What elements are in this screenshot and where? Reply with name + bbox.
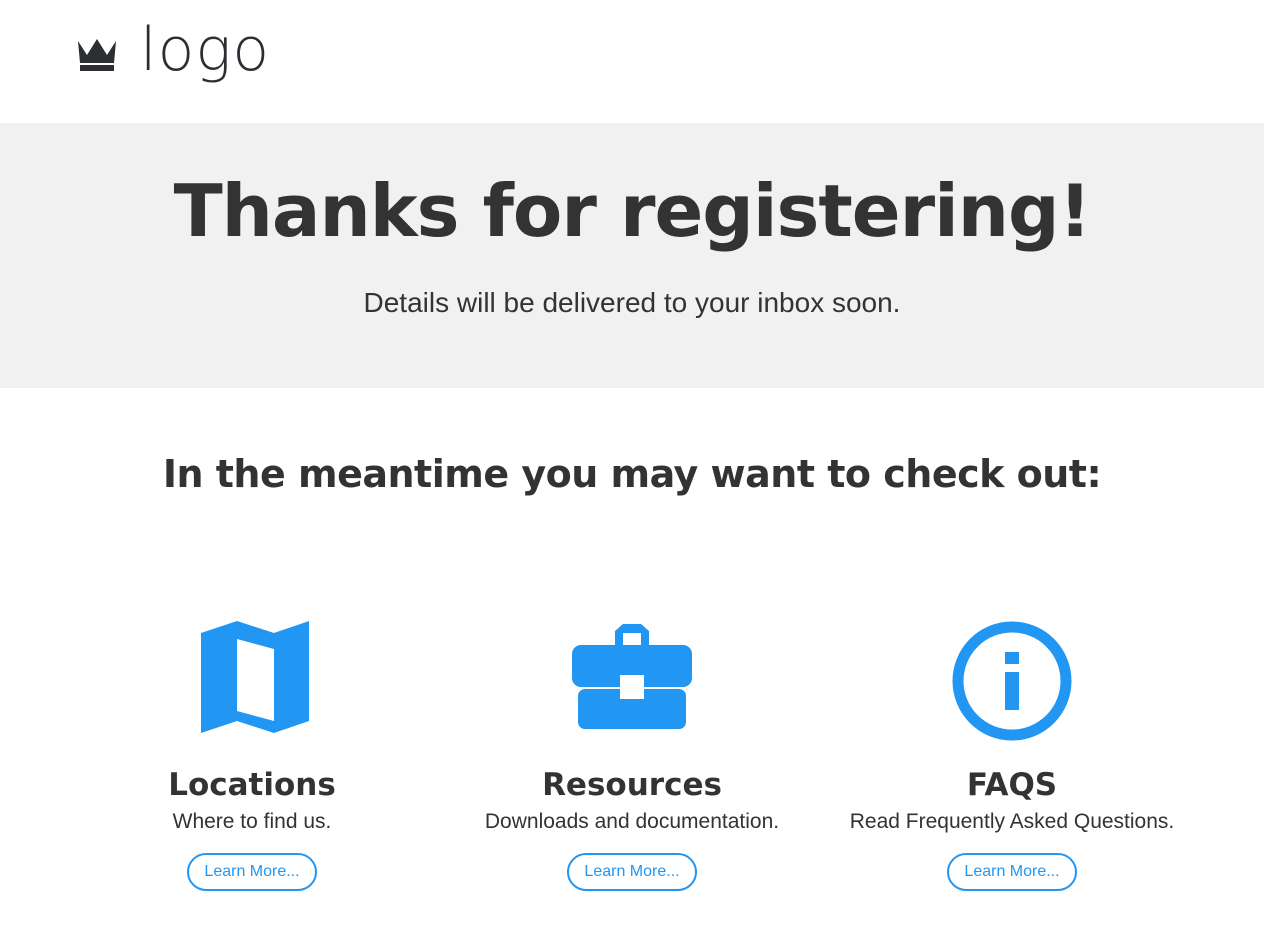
hero-title: Thanks for registering! xyxy=(173,169,1092,253)
info-circle-icon xyxy=(952,621,1072,741)
learn-more-button-locations[interactable]: Learn More... xyxy=(187,853,317,891)
logo-text: logo xyxy=(140,15,271,85)
learn-more-button-faqs[interactable]: Learn More... xyxy=(947,853,1077,891)
card-title: FAQS xyxy=(966,767,1058,803)
logo-link[interactable]: logo xyxy=(76,20,270,80)
learn-more-button-resources[interactable]: Learn More... xyxy=(567,853,697,891)
section-heading: In the meantime you may want to check ou… xyxy=(162,452,1102,496)
hero-banner: Thanks for registering! Details will be … xyxy=(0,123,1264,388)
hero-subtitle: Details will be delivered to your inbox … xyxy=(363,287,901,318)
briefcase-icon xyxy=(572,624,692,729)
site-header: logo xyxy=(0,0,1264,123)
card-description: Downloads and documentation. xyxy=(484,810,780,833)
card-resources: Resources Downloads and documentation. L… xyxy=(442,621,822,891)
card-description: Where to find us. xyxy=(172,810,332,833)
map-icon xyxy=(201,621,309,733)
crown-icon xyxy=(78,39,116,71)
card-title: Locations xyxy=(168,767,336,803)
card-locations: Locations Where to find us. Learn More..… xyxy=(62,621,442,891)
card-title: Resources xyxy=(542,767,722,803)
card-description: Read Frequently Asked Questions. xyxy=(849,810,1175,833)
card-faqs: FAQS Read Frequently Asked Questions. Le… xyxy=(822,621,1202,891)
cards-row: Locations Where to find us. Learn More..… xyxy=(0,496,1264,916)
